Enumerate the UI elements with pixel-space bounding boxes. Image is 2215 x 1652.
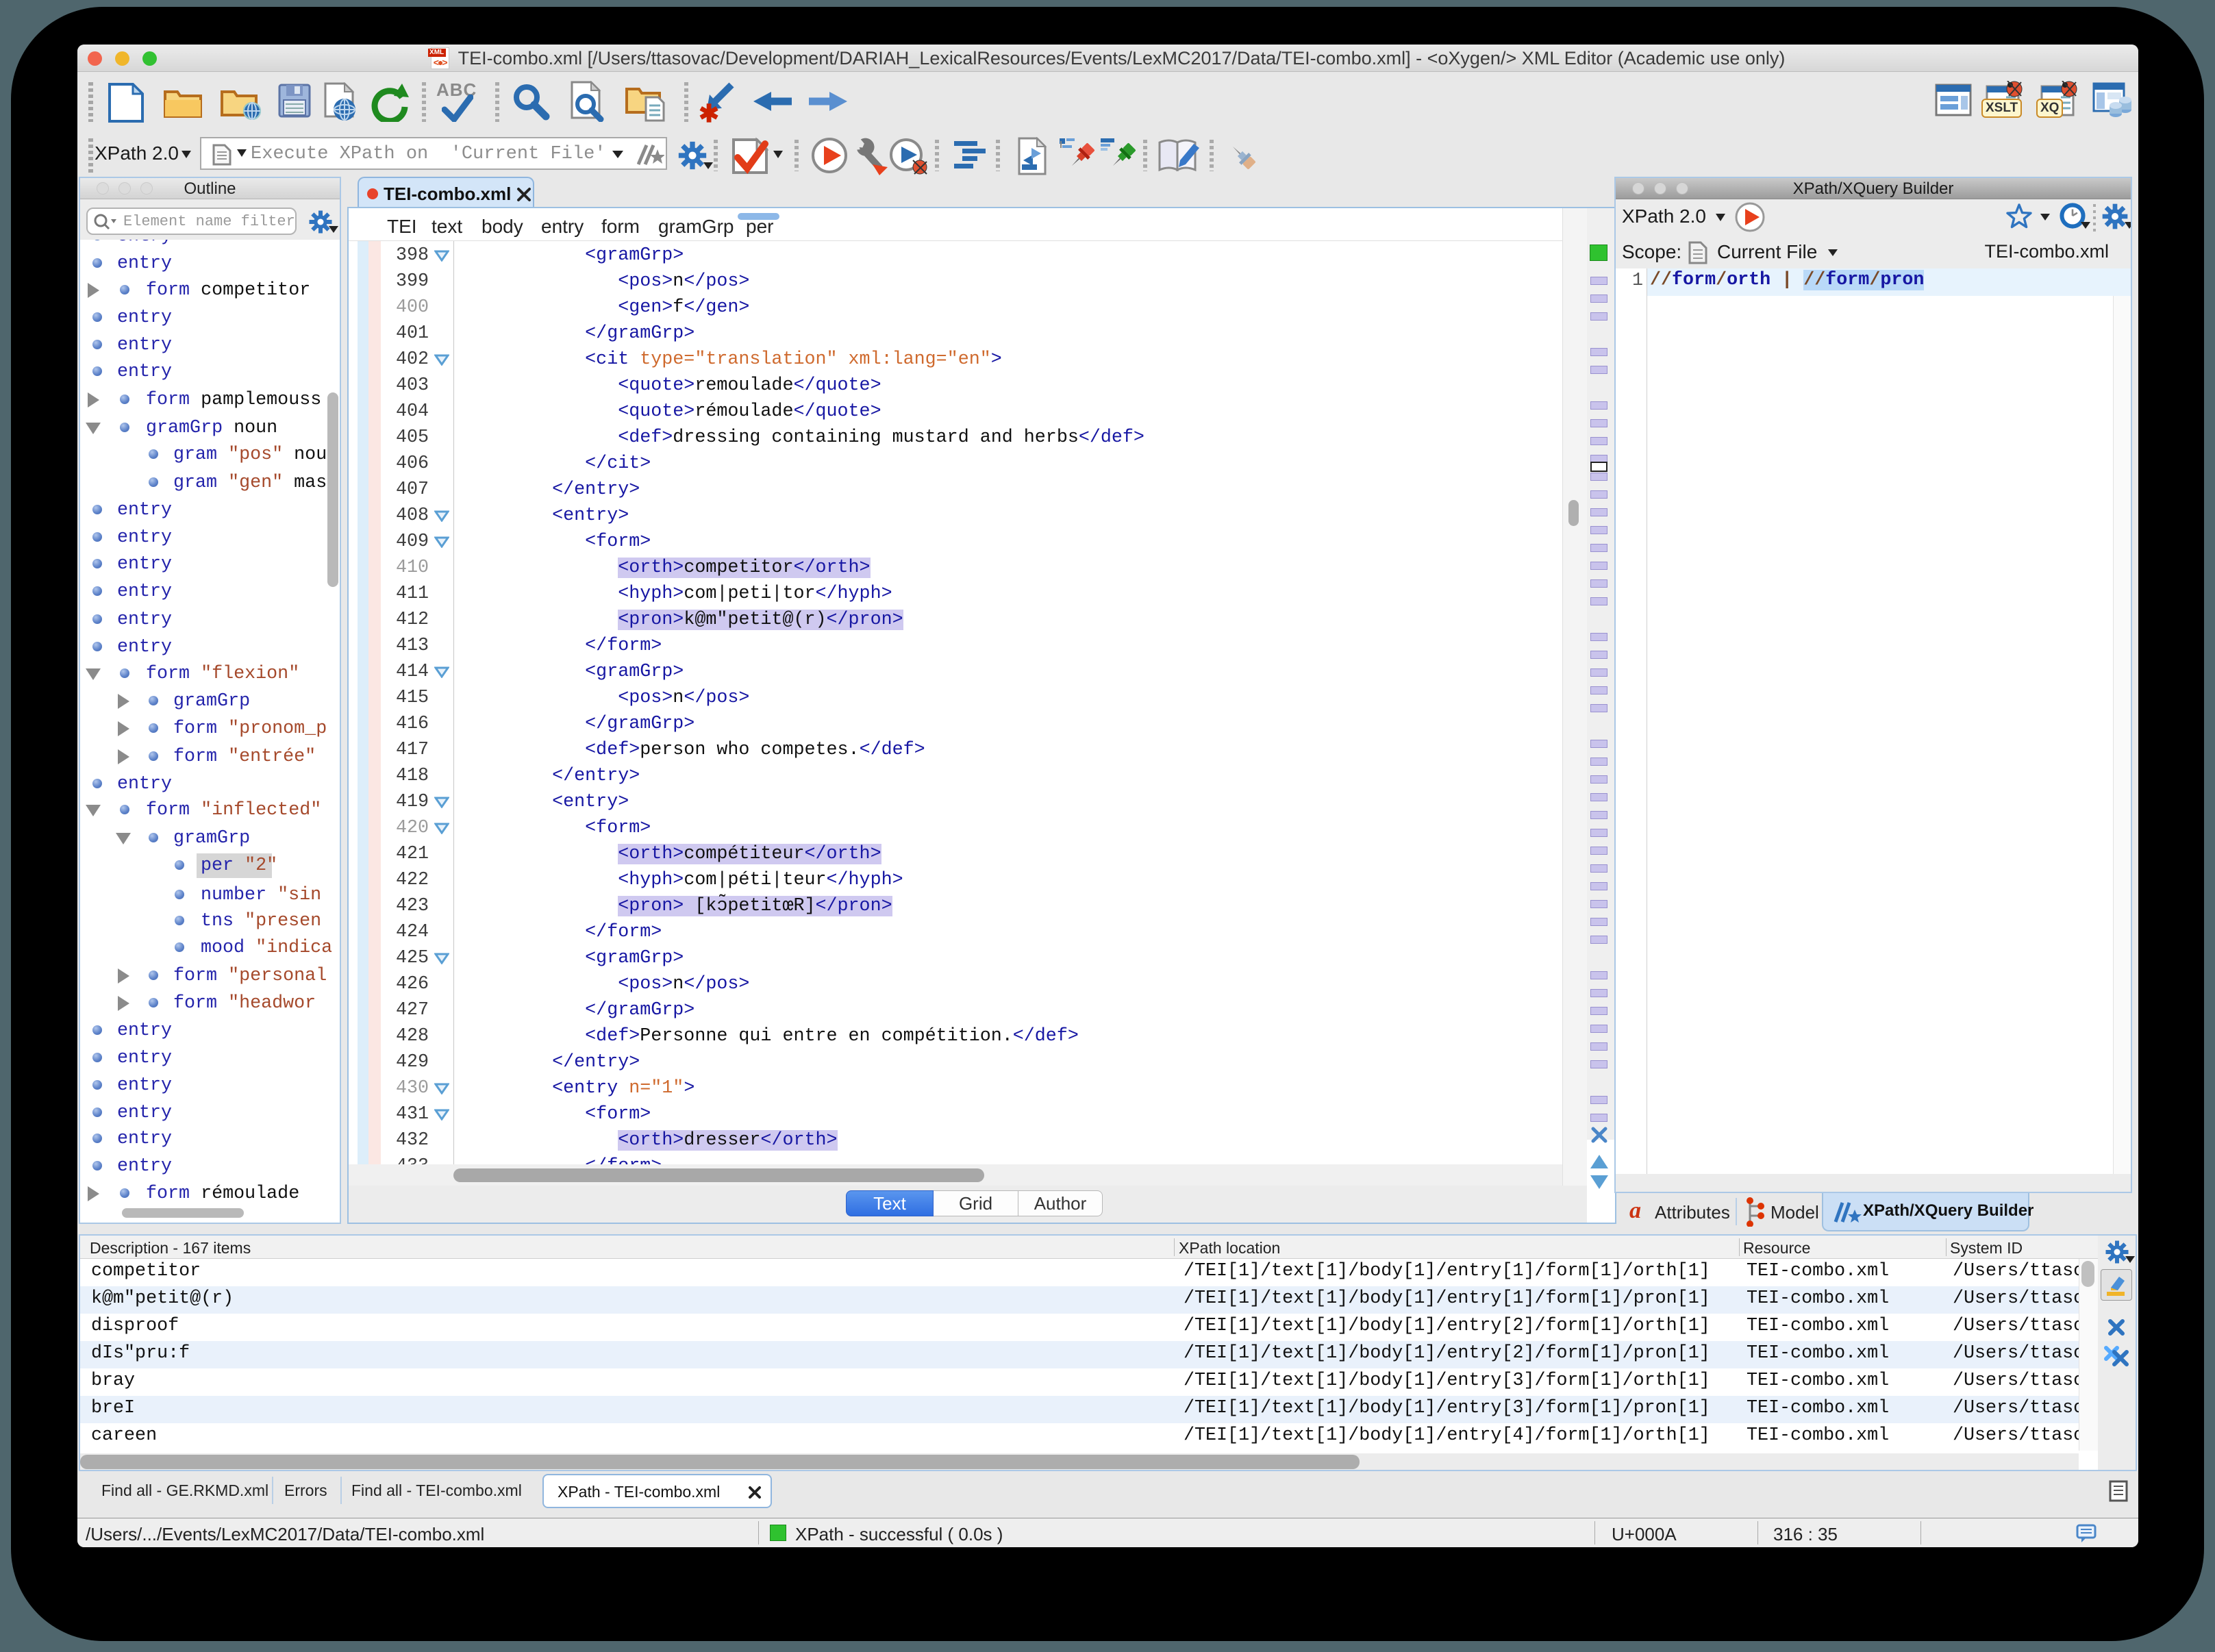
svg-text:✱: ✱	[699, 99, 719, 123]
